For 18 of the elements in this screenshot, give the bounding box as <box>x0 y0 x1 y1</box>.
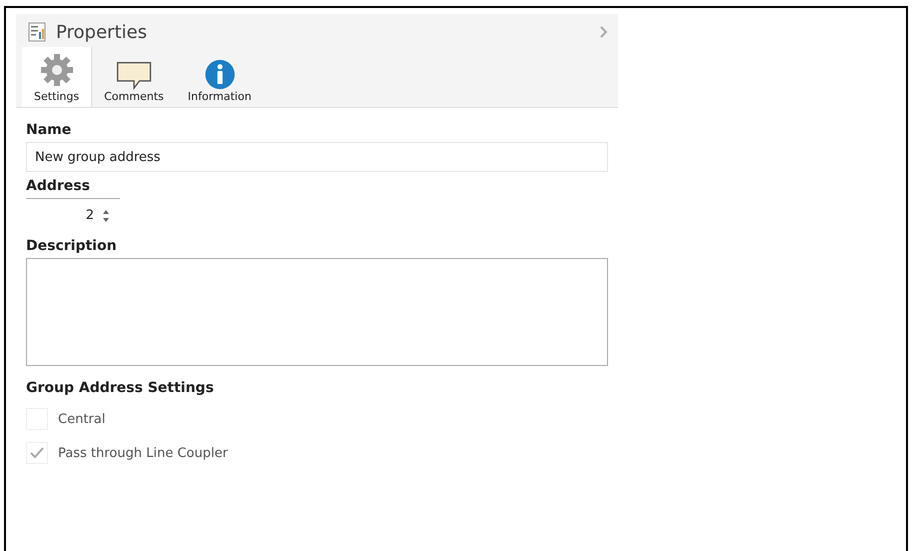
gear-icon <box>40 53 74 87</box>
address-spinner[interactable]: 2 <box>26 198 120 232</box>
section-title: Group Address Settings <box>26 380 215 396</box>
panel-title: Properties <box>56 22 148 42</box>
field-label: Name <box>26 122 72 138</box>
tab[interactable]: Settings <box>22 47 92 107</box>
tab[interactable]: Comments <box>92 53 176 107</box>
check-icon <box>30 447 44 459</box>
field-label: Description <box>26 238 118 254</box>
spin-arrows-icon[interactable] <box>102 208 110 224</box>
name-field[interactable]: New group address <box>26 142 608 172</box>
checkbox-label: Pass through Line Coupler <box>58 446 228 460</box>
tab[interactable]: Information <box>176 53 264 107</box>
chevron-right-icon[interactable] <box>600 26 608 38</box>
checkbox-label: Central <box>58 412 106 426</box>
field-label: Address <box>26 178 91 194</box>
description-field[interactable] <box>26 258 608 366</box>
properties-icon <box>28 22 46 42</box>
